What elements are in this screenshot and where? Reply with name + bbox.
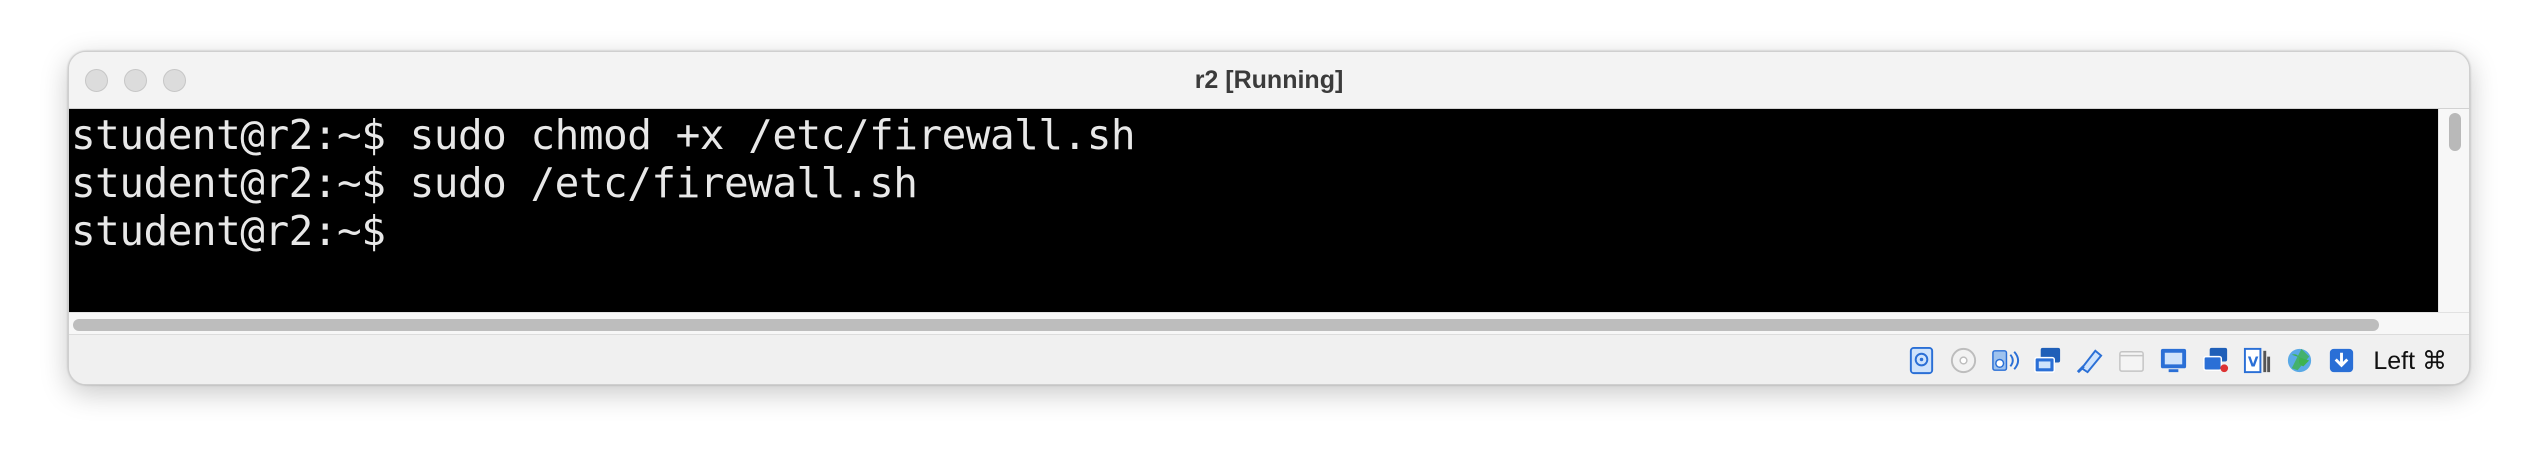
- terminal-prompt-line: student@r2:~$: [71, 207, 386, 255]
- usb-icon[interactable]: [2073, 344, 2106, 377]
- host-key-label: Left ⌘: [2373, 346, 2447, 375]
- recording-icon[interactable]: [2199, 344, 2232, 377]
- vm-window: r2 [Running] student@r2:~$ sudo chmod +x…: [68, 51, 2470, 385]
- horizontal-scrollbar[interactable]: [69, 312, 2469, 334]
- horizontal-scroll-thumb[interactable]: [73, 319, 2379, 331]
- vertical-scroll-thumb[interactable]: [2449, 113, 2461, 151]
- title-bar[interactable]: r2 [Running]: [69, 52, 2469, 109]
- audio-icon[interactable]: [1989, 344, 2022, 377]
- terminal-line: student@r2:~$ sudo /etc/firewall.sh: [71, 159, 918, 207]
- shared-folders-icon[interactable]: [2115, 344, 2148, 377]
- guest-additions-icon[interactable]: [2283, 344, 2316, 377]
- cpu-icon[interactable]: V: [2241, 344, 2274, 377]
- network-icon[interactable]: [2031, 344, 2064, 377]
- download-icon[interactable]: [2325, 344, 2358, 377]
- optical-drive-icon[interactable]: [1947, 344, 1980, 377]
- vm-console-screen[interactable]: student@r2:~$ sudo chmod +x /etc/firewal…: [69, 109, 2438, 312]
- svg-text:V: V: [2248, 354, 2259, 370]
- vertical-scrollbar[interactable]: [2438, 109, 2469, 312]
- window-title: r2 [Running]: [1194, 66, 1344, 94]
- hard-disk-icon[interactable]: [1905, 344, 1938, 377]
- display-icon[interactable]: [2157, 344, 2190, 377]
- terminal-line: student@r2:~$ sudo chmod +x /etc/firewal…: [71, 111, 1136, 159]
- status-bar: V Left ⌘: [69, 334, 2469, 384]
